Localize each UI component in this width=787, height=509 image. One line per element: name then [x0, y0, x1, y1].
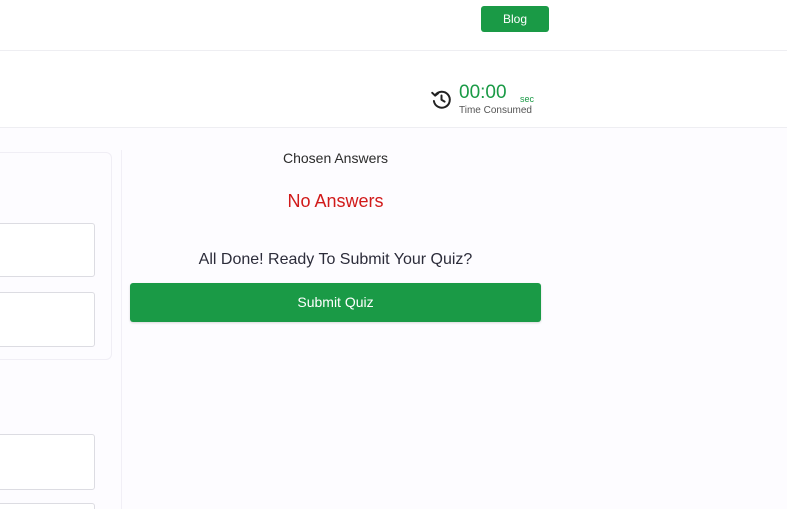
- timer-unit: sec: [520, 94, 535, 104]
- answer-option[interactable]: [0, 434, 95, 490]
- blog-button[interactable]: Blog: [481, 6, 549, 32]
- timer-value: 00:00: [459, 82, 507, 103]
- chosen-answers-heading: Chosen Answers: [282, 150, 389, 166]
- submit-prompt: All Done! Ready To Submit Your Quiz?: [198, 251, 473, 268]
- quiz-page: Blog 00:00 sec Time Consumed Chosen Answ…: [0, 0, 787, 509]
- submit-quiz-button[interactable]: Submit Quiz: [130, 283, 541, 322]
- timer-bar: [0, 51, 787, 128]
- timer-label: Time Consumed: [459, 105, 532, 116]
- answer-option[interactable]: [0, 223, 95, 277]
- answer-option[interactable]: [0, 292, 95, 347]
- top-navbar: Blog: [0, 0, 787, 51]
- answer-option[interactable]: [0, 503, 95, 509]
- no-answers-text: No Answers: [287, 191, 384, 211]
- column-divider: [121, 150, 122, 509]
- history-icon: [431, 90, 451, 109]
